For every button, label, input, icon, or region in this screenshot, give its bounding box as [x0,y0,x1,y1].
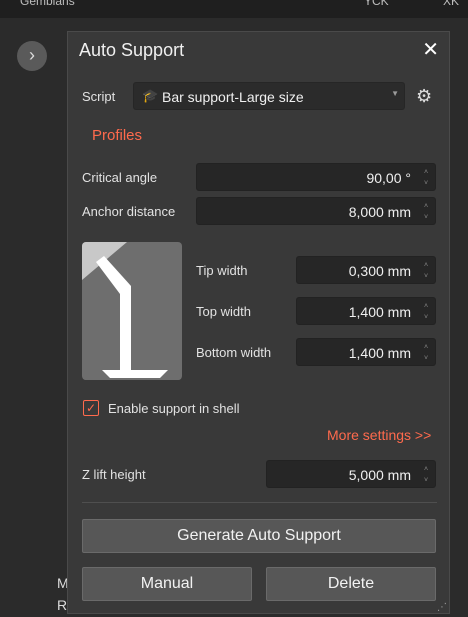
tip-width-value: 0,300 mm [348,263,411,279]
tip-width-field[interactable]: 0,300 mm ˄ ˅ [296,256,436,284]
z-lift-height-field[interactable]: 5,000 mm ˄ ˅ [266,460,436,488]
enable-shell-checkbox[interactable]: ✓ [83,400,99,416]
generate-auto-support-button[interactable]: Generate Auto Support [82,519,436,553]
side-letter-r: R [57,597,68,613]
top-width-field[interactable]: 1,400 mm ˄ ˅ [296,297,436,325]
auto-support-panel: Auto Support ✕ Script 🎓 Bar support-Larg… [67,31,450,614]
bottom-width-field[interactable]: 1,400 mm ˄ ˅ [296,338,436,366]
tip-width-label: Tip width [196,263,248,278]
top-width-value: 1,400 mm [348,304,411,320]
delete-button[interactable]: Delete [266,567,436,601]
enable-shell-label: Enable support in shell [108,401,240,416]
anchor-distance-value: 8,000 mm [348,204,411,220]
anchor-distance-field[interactable]: 8,000 mm ˄ ˅ [196,197,436,225]
stepper-arrows-icon[interactable]: ˄ ˅ [421,201,431,223]
support-shape-diagram [82,242,182,380]
stepper-arrows-icon[interactable]: ˄ ˅ [421,260,431,282]
critical-angle-label: Critical angle [82,170,158,185]
z-lift-height-value: 5,000 mm [348,467,411,483]
anchor-distance-label: Anchor distance [82,204,176,219]
bottom-width-label: Bottom width [196,345,272,360]
top-toolbar-strip: Gemblans YCK XK [0,0,468,18]
top-right-text-2: XK [443,0,460,8]
panel-title: Auto Support [79,40,185,60]
critical-angle-value: 90,00 ° [366,170,411,186]
close-icon[interactable]: ✕ [422,37,439,62]
manual-button[interactable]: Manual [82,567,252,601]
gear-icon[interactable]: ⚙ [416,86,432,107]
divider [82,502,437,503]
chevron-right-icon[interactable]: › [17,41,47,71]
graduation-cap-icon: 🎓 [142,88,159,103]
script-value: Bar support-Large size [162,89,304,105]
critical-angle-field[interactable]: 90,00 ° ˄ ˅ [196,163,436,191]
profiles-heading: Profiles [92,127,143,144]
top-right-text-1: YCK [364,0,389,8]
script-label: Script [82,89,116,104]
top-width-label: Top width [196,304,251,319]
resize-grip-icon[interactable]: ⋰ [437,602,447,613]
stepper-arrows-icon[interactable]: ˄ ˅ [421,301,431,323]
dropdown-arrow-icon: ▼ [391,89,399,98]
z-lift-height-label: Z lift height [82,467,146,482]
script-select[interactable]: 🎓 Bar support-Large size ▼ [133,82,405,110]
support-shape-icon [82,242,182,380]
bottom-width-value: 1,400 mm [348,345,411,361]
stepper-arrows-icon[interactable]: ˄ ˅ [421,464,431,486]
stepper-arrows-icon[interactable]: ˄ ˅ [421,342,431,364]
stepper-arrows-icon[interactable]: ˄ ˅ [421,167,431,189]
more-settings-link[interactable]: More settings >> [327,427,431,443]
top-left-text: Gemblans [20,0,75,8]
